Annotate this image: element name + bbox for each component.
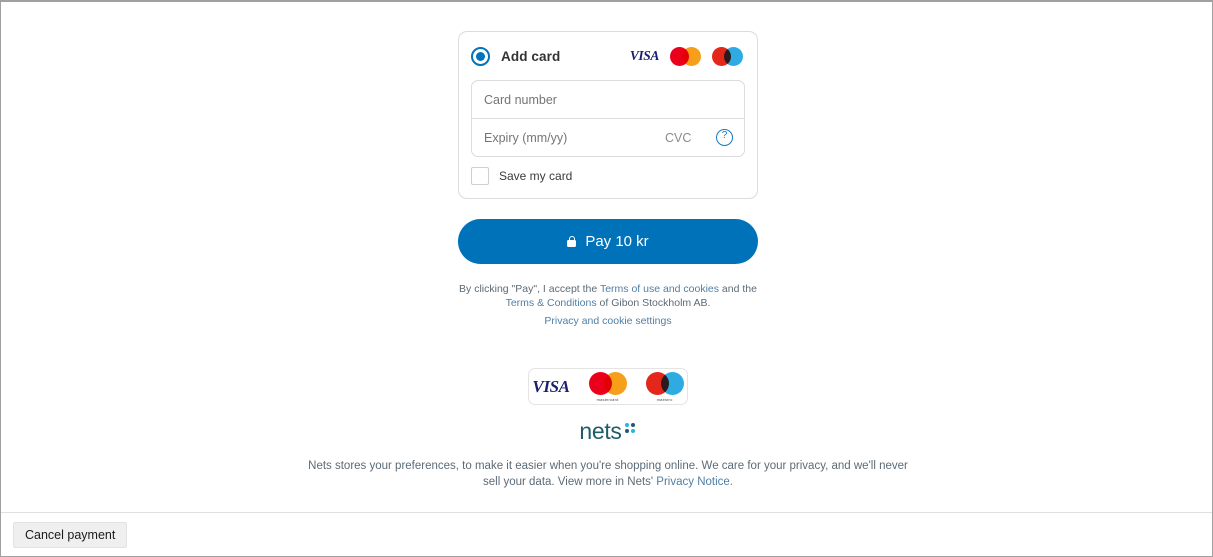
maestro-circles-icon [645,371,684,395]
add-card-label: Add card [501,48,561,64]
nets-dots-icon [624,423,637,437]
save-card-label: Save my card [499,169,573,183]
accepted-brands-strip: VISA mastercard maestro [528,368,688,405]
add-card-panel: Add card VISA Card number Expiry (mm/yy)… [458,31,758,199]
save-card-row[interactable]: Save my card [459,157,757,198]
expiry-cvc-row: CVC ? [472,118,744,156]
add-card-header[interactable]: Add card VISA [459,32,757,80]
lock-icon [567,236,577,247]
maestro-logo: maestro [645,371,684,402]
visa-logo: VISA [532,376,570,396]
legal-prefix: By clicking "Pay", I accept the [459,283,600,295]
legal-disclaimer: By clicking "Pay", I accept the Terms of… [457,282,759,310]
mastercard-circles-icon [588,371,627,395]
nets-logo: nets [457,420,759,443]
privacy-cookie-settings-link[interactable]: Privacy and cookie settings [457,315,759,327]
card-fields-group: CVC ? [471,80,745,157]
terms-of-use-link[interactable]: Terms of use and cookies [600,283,719,295]
mastercard-icon [670,46,701,66]
mastercard-wordmark: mastercard [596,396,619,402]
maestro-wordmark: maestro [656,396,673,402]
maestro-icon [712,46,743,66]
question-circle-icon[interactable]: ? [716,129,733,146]
provider-note-text: Nets stores your preferences, to make it… [308,460,908,488]
privacy-notice-link[interactable]: Privacy Notice. [656,476,733,488]
terms-conditions-link[interactable]: Terms & Conditions [506,297,597,309]
visa-icon: VISA [629,48,660,63]
pay-button-label: Pay 10 kr [585,233,649,250]
nets-wordmark: nets [579,418,622,444]
bottom-action-bar: Cancel payment [1,512,1212,556]
browser-window: Add card VISA Card number Expiry (mm/yy)… [0,0,1213,557]
legal-middle: and the [719,283,757,295]
cvc-field-wrapper: CVC ? [653,119,744,156]
card-number-row [472,81,744,118]
card-number-input[interactable] [472,81,744,118]
cvc-placeholder: CVC [665,130,692,145]
pay-button[interactable]: Pay 10 kr [458,219,758,264]
accepted-card-logos: VISA [629,46,743,66]
expiry-input[interactable] [472,119,653,156]
save-card-checkbox[interactable] [471,167,489,185]
legal-suffix: of Gibon Stockholm AB. [596,297,711,309]
cancel-payment-button[interactable]: Cancel payment [13,521,128,548]
mastercard-logo: mastercard [588,371,627,402]
add-card-radio[interactable] [471,46,490,66]
payment-page-viewport: Add card VISA Card number Expiry (mm/yy)… [1,2,1212,514]
provider-privacy-note: Nets stores your preferences, to make it… [307,458,909,490]
